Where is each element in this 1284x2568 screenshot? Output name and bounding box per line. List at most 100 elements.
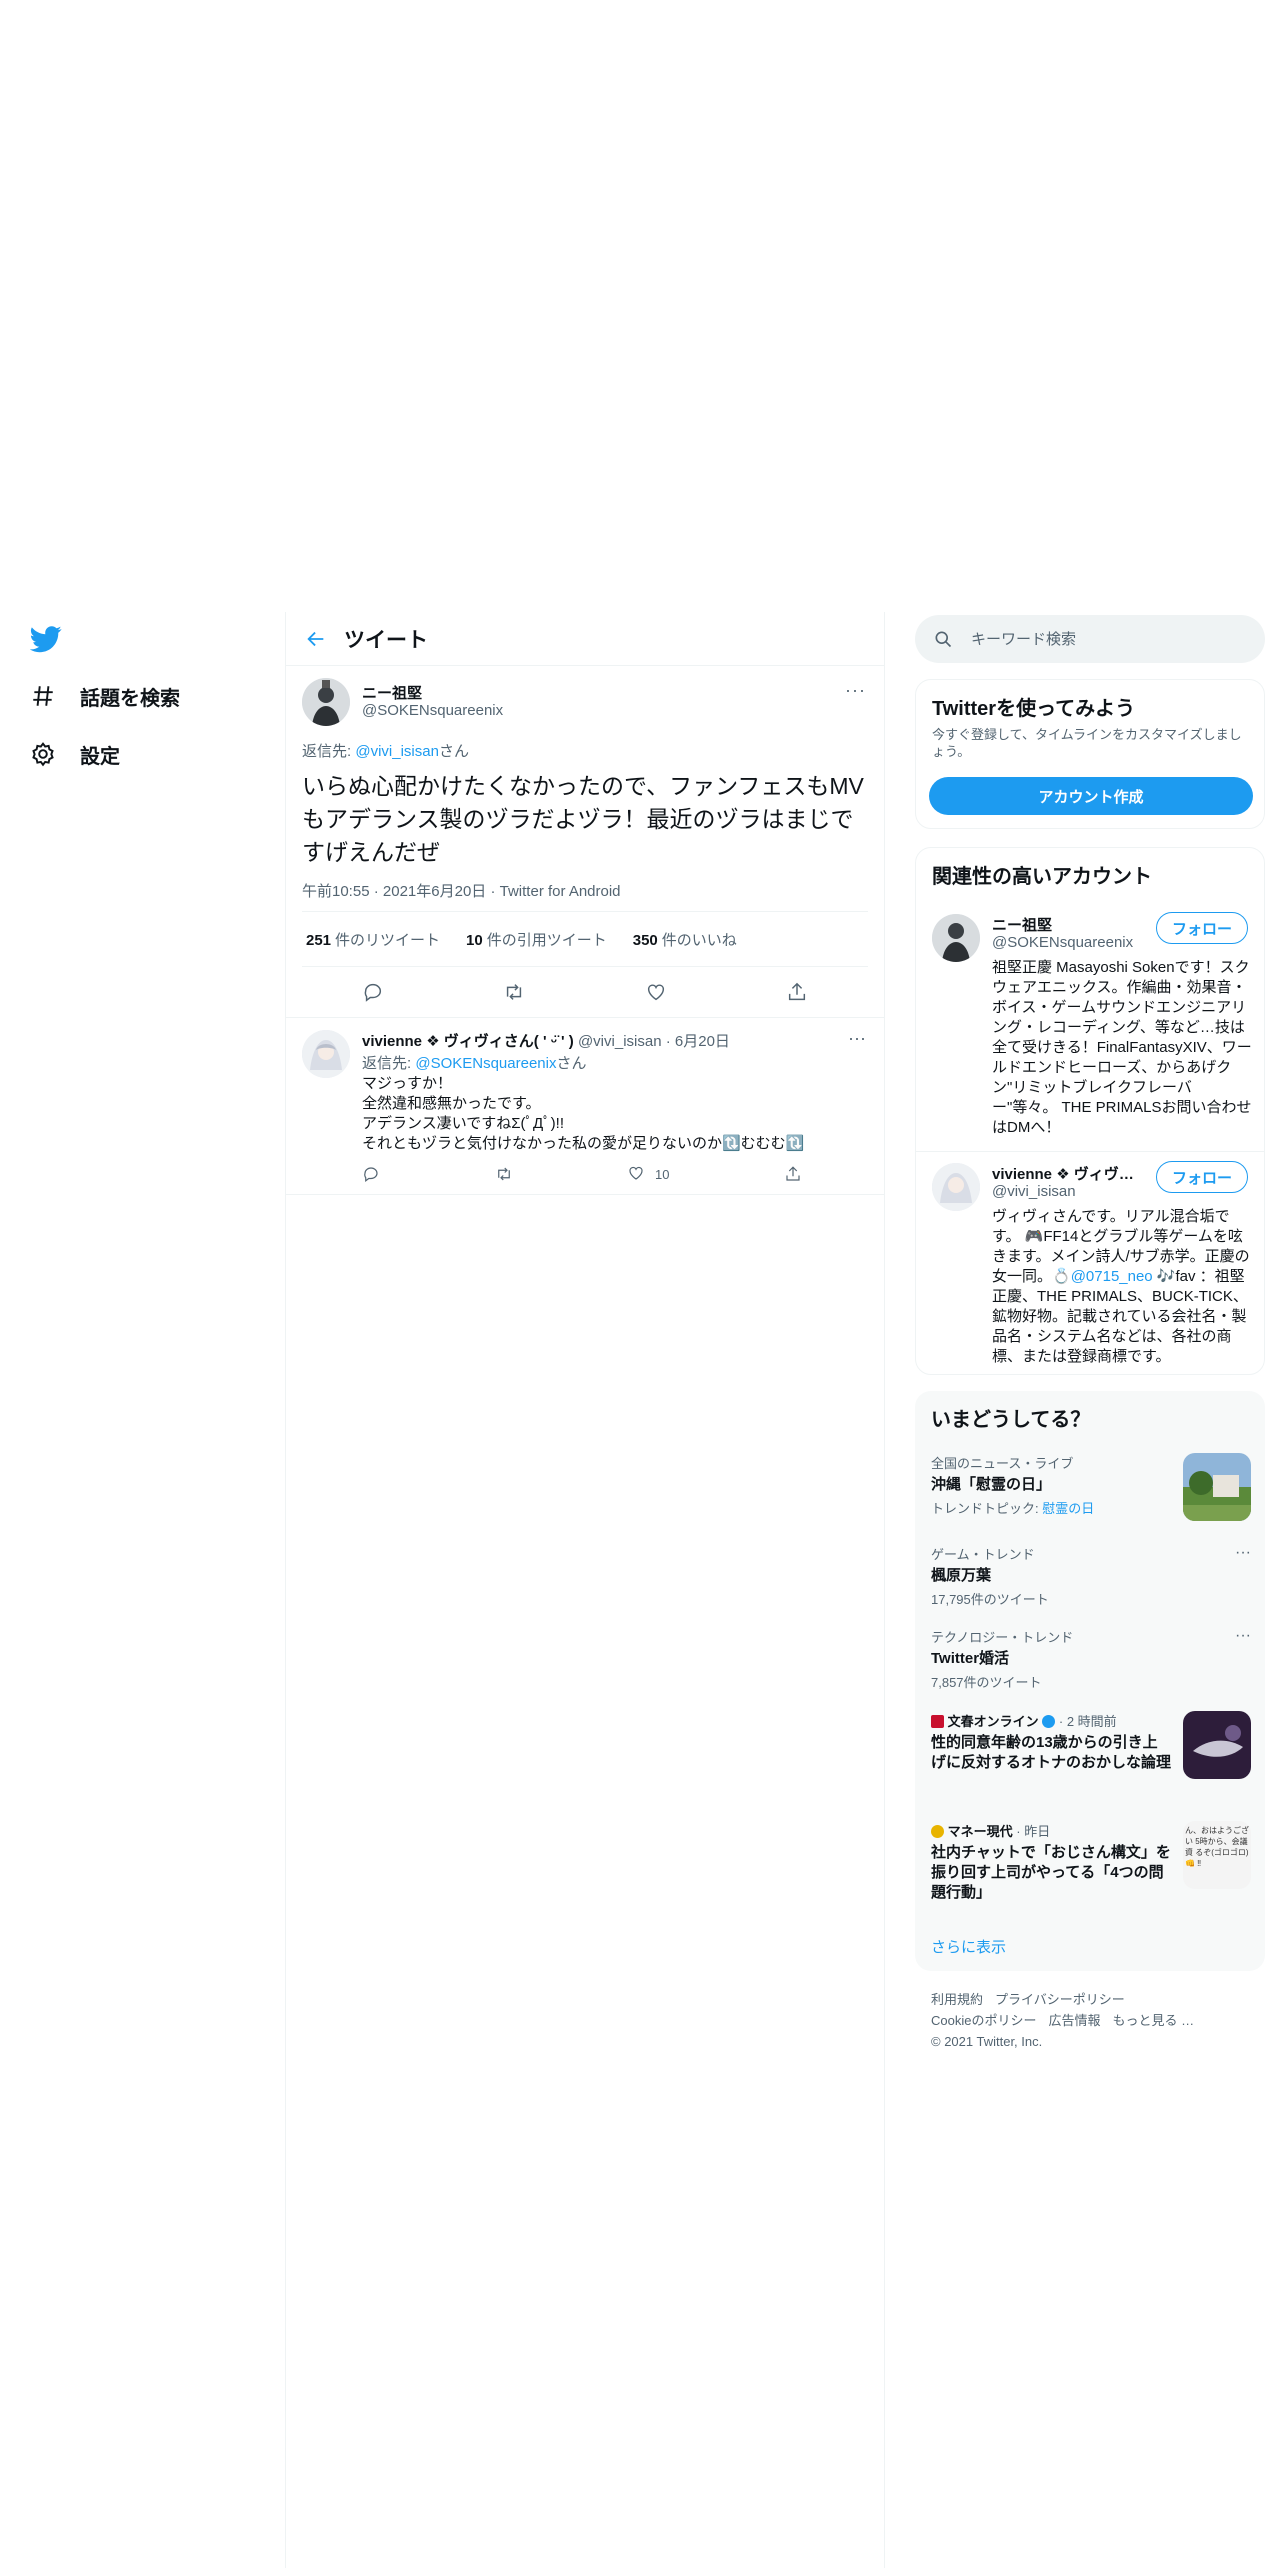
quote-count: 10	[466, 931, 483, 949]
account-bio: 祖堅正慶 Masayoshi Sokenです！スクウェアエニックス。作編曲・効果…	[992, 959, 1252, 1136]
news-item[interactable]: マネー現代 · 昨日 社内チャットで「おじさん構文」を振り回す上司がやってる「4…	[931, 1821, 1251, 1903]
verified-badge-icon	[1042, 1715, 1056, 1728]
search-icon	[933, 629, 953, 649]
account-name[interactable]: vivienne ❖ ヴィヴィさん( ' ᵕ̈ ' )	[992, 1163, 1142, 1184]
tweet-actions	[302, 967, 868, 1017]
trend-tweet-count: 7,857件のツイート	[931, 1675, 1042, 1690]
news-title: 性的同意年齢の13歳からの引き上げに反対するオトナのおかしな論理	[931, 1734, 1172, 1771]
signup-description: 今すぐ登録して、タイムラインをカスタマイズしましょう。	[932, 727, 1242, 759]
share-icon[interactable]	[785, 980, 809, 1004]
account-handle[interactable]: @vivi_isisan	[992, 1183, 1076, 1200]
page-title: ツイート	[344, 628, 428, 652]
main-column: ツイート ニー祖堅 @SOKENsquareenix ··· 返信先: @viv…	[285, 612, 885, 2568]
like-label: 件のいいね	[661, 931, 737, 949]
reply-line: マジっすか！	[362, 1075, 453, 1092]
trend-item[interactable]: テクノロジー・トレンド Twitter婚活 7,857件のツイート ···	[931, 1627, 1251, 1691]
create-account-button[interactable]: アカウント作成	[929, 777, 1253, 815]
reply-header: vivienne ❖ ヴィヴィさん( ' ᵕ̈ ' ) @vivi_isisan…	[362, 1030, 730, 1051]
trend-context: テクノロジー・トレンド	[931, 1630, 1074, 1645]
news-time: 2 時間前	[1066, 1714, 1117, 1729]
avatar[interactable]	[932, 1163, 980, 1211]
more-options-icon[interactable]: ···	[1235, 1627, 1251, 1645]
account-card[interactable]: vivienne ❖ ヴィヴィさん( ' ᵕ̈ ' ) @vivi_isisan…	[916, 1151, 1264, 1374]
more-options-icon[interactable]: ···	[1235, 1544, 1251, 1562]
trend-item[interactable]: 全国のニュース・ライブ 沖縄「慰霊の日」 トレンドトピック: 慰霊の日	[931, 1453, 1251, 1521]
retweet-icon[interactable]	[502, 980, 526, 1004]
reply-context: 返信先: @vivi_isisanさん	[302, 740, 469, 761]
footer-link-privacy[interactable]: プライバシーポリシー	[995, 1992, 1125, 2007]
reply-suffix: さん	[556, 1055, 587, 1072]
retweet-icon[interactable]	[495, 1165, 513, 1183]
like-count: 10	[655, 1166, 670, 1182]
nav-explore-label: 話題を検索	[80, 687, 180, 710]
share-icon[interactable]	[784, 1165, 802, 1183]
author-name[interactable]: ニー祖堅	[362, 682, 422, 703]
nav-settings[interactable]: 設定	[30, 734, 120, 774]
follow-button[interactable]: フォロー	[1156, 912, 1248, 944]
trend-tweet-count: 17,795件のツイート	[931, 1592, 1049, 1607]
trend-topic-link[interactable]: 慰霊の日	[1042, 1501, 1094, 1516]
footer-link-ads[interactable]: 広告情報	[1048, 2013, 1100, 2028]
news-source: マネー現代	[947, 1824, 1013, 1839]
reply-author-handle[interactable]: @vivi_isisan	[578, 1033, 662, 1050]
account-card[interactable]: ニー祖堅 @SOKENsquareenix フォロー 祖堅正慶 Masayosh…	[916, 902, 1264, 1152]
reply-prefix: 返信先:	[362, 1055, 416, 1072]
nav-settings-label: 設定	[80, 745, 120, 768]
search-input[interactable]	[971, 630, 1251, 648]
author-handle[interactable]: @SOKENsquareenix	[362, 702, 503, 719]
reply-text: マジっすか！ 全然違和感無かったです。 アデランス凄いですねΣ(ﾟДﾟ)!! そ…	[362, 1074, 804, 1154]
trends-title: いまどうしてる？	[931, 1409, 1091, 1431]
avatar[interactable]	[302, 1030, 350, 1078]
separator: ·	[665, 1033, 671, 1050]
avatar[interactable]	[302, 678, 350, 726]
trend-item[interactable]: ゲーム・トレンド 楓原万葉 17,795件のツイート ···	[931, 1544, 1251, 1608]
bio-mention-link[interactable]: @0715_neo	[1071, 1268, 1153, 1285]
like-icon[interactable]	[644, 980, 668, 1004]
retweet-label: 件のリツイート	[335, 931, 441, 949]
footer-link-more[interactable]: もっと見る …	[1112, 2013, 1194, 2028]
hashtag-icon	[30, 683, 56, 709]
footer-link-cookies[interactable]: Cookieのポリシー	[931, 2013, 1036, 2028]
account-handle[interactable]: @SOKENsquareenix	[992, 934, 1133, 951]
search-box[interactable]	[915, 615, 1265, 663]
follow-button[interactable]: フォロー	[1156, 1161, 1248, 1193]
tweet-source[interactable]: Twitter for Android	[500, 883, 621, 900]
account-name[interactable]: ニー祖堅	[992, 914, 1142, 935]
tweet-meta: 午前10:55 · 2021年6月20日 · Twitter for Andro…	[302, 883, 621, 900]
signup-panel: Twitterを使ってみよう 今すぐ登録して、タイムラインをカスタマイズしましょ…	[915, 679, 1265, 829]
copyright: © 2021 Twitter, Inc.	[931, 2034, 1043, 2049]
twitter-logo-icon[interactable]	[29, 623, 62, 655]
retweet-count-link[interactable]: 251 件のリツイート	[306, 929, 440, 950]
news-item[interactable]: 文春オンライン · 2 時間前 性的同意年齢の13歳からの引き上げに反対するオト…	[931, 1711, 1251, 1779]
tweet-date[interactable]: 2021年6月20日	[383, 883, 486, 900]
trend-context: ゲーム・トレンド	[931, 1547, 1035, 1562]
reply-author-name[interactable]: vivienne ❖ ヴィヴィさん( ' ᵕ̈ ' )	[362, 1033, 574, 1050]
reply-date[interactable]: 6月20日	[675, 1033, 730, 1050]
tweet-time[interactable]: 午前10:55	[302, 883, 370, 900]
reply-actions: 10	[362, 1162, 802, 1186]
quote-count-link[interactable]: 10 件の引用ツイート	[466, 929, 607, 950]
nav-explore[interactable]: 話題を検索	[30, 676, 180, 716]
reply-suffix: さん	[438, 743, 469, 760]
trend-title: Twitter婚活	[931, 1650, 1010, 1667]
main-header: ツイート	[286, 612, 884, 666]
back-arrow-icon[interactable]	[302, 625, 330, 653]
like-button[interactable]: 10	[627, 1164, 669, 1185]
footer-link-terms[interactable]: 利用規約	[931, 1992, 983, 2007]
reply-tweet[interactable]: vivienne ❖ ヴィヴィさん( ' ᵕ̈ ' ) @vivi_isisan…	[286, 1017, 884, 1195]
avatar[interactable]	[932, 914, 980, 962]
more-options-icon[interactable]: ···	[845, 680, 866, 701]
account-bio: ヴィヴィさんです。リアル混合垢です。 🎮FF14とグラブル等ゲームを呟きます。メ…	[992, 1207, 1252, 1367]
reply-mention-link[interactable]: @SOKENsquareenix	[415, 1055, 556, 1072]
reply-mention-link[interactable]: @vivi_isisan	[355, 743, 439, 760]
signup-title: Twitterを使ってみよう	[932, 698, 1136, 720]
more-options-icon[interactable]: ···	[848, 1028, 866, 1049]
show-more-link[interactable]: さらに表示	[931, 1936, 1006, 1957]
news-title: 社内チャットで「おじさん構文」を振り回す上司がやってる「4つの問題行動」	[931, 1844, 1171, 1901]
trend-title: 楓原万葉	[931, 1567, 992, 1584]
related-accounts-panel: 関連性の高いアカウント ニー祖堅 @SOKENsquareenix フォロー 祖…	[915, 847, 1265, 1375]
reply-icon[interactable]	[361, 980, 385, 1004]
like-count-link[interactable]: 350 件のいいね	[633, 929, 737, 950]
reply-icon[interactable]	[362, 1165, 380, 1183]
trend-sub-prefix: トレンドトピック:	[931, 1501, 1043, 1516]
